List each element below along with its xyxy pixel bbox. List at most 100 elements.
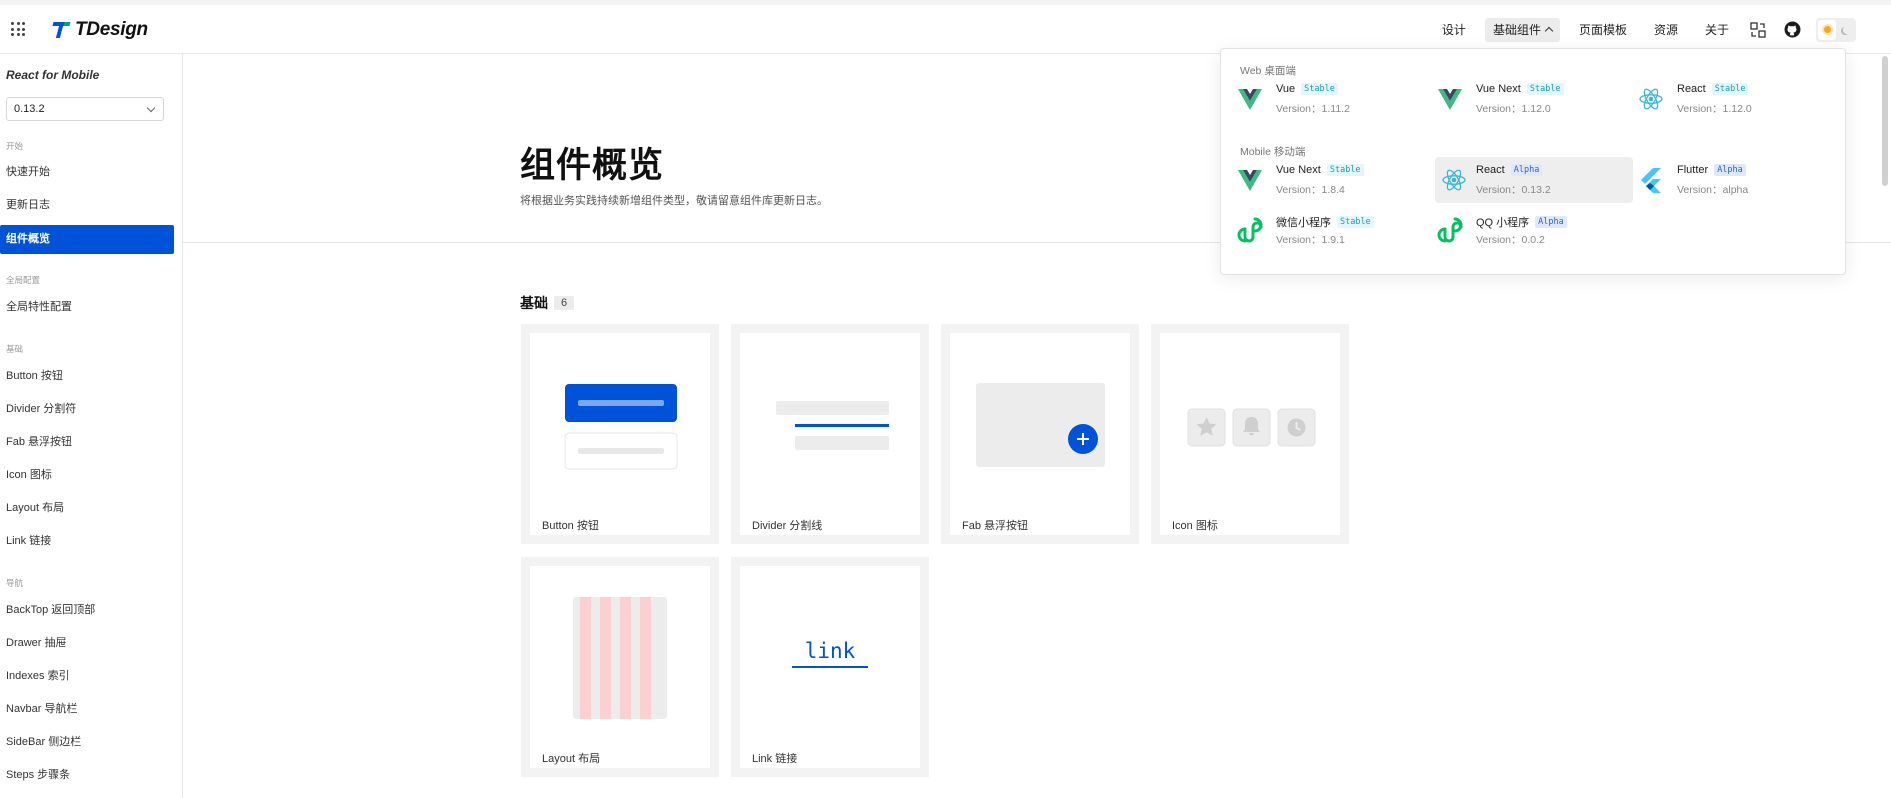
page-title: 组件概览 [520, 146, 665, 185]
vue-icon [1238, 170, 1262, 191]
dd-name: Flutter [1677, 164, 1709, 176]
card-label: Layout 布局 [542, 753, 601, 765]
apps-grid-icon[interactable] [11, 22, 25, 36]
card-body: Icon 图标 [1160, 333, 1340, 535]
component-card-link[interactable]: link Link 链接 [731, 557, 929, 777]
dd-version: Version：1.11.2 [1276, 103, 1350, 115]
layout-illustration [573, 597, 667, 719]
dd-item-mobile-qq-miniprogram[interactable]: QQ 小程序 Alpha Version：0.0.2 [1421, 207, 1619, 253]
status-badge: Stable [1337, 216, 1374, 228]
sidebar-item-changelog[interactable]: 更新日志 [0, 191, 174, 220]
miniprogram-icon [1437, 217, 1463, 243]
sidebar-item-drawer[interactable]: Drawer 抽屉 [0, 629, 174, 658]
github-icon[interactable] [1782, 20, 1802, 40]
component-card-button[interactable]: Button 按钮 [521, 324, 719, 544]
card-body: link Link 链接 [740, 566, 920, 768]
nav-templates[interactable]: 页面模板 [1571, 18, 1635, 42]
status-badge: Alpha [1535, 216, 1567, 228]
card-label: Fab 悬浮按钮 [962, 520, 1029, 532]
logo[interactable]: TDesign [52, 19, 148, 41]
link-demo-text: link [804, 639, 856, 663]
dd-name: React [1476, 164, 1505, 176]
dd-name-row: QQ 小程序 Alpha [1476, 214, 1567, 230]
card-label: Link 链接 [752, 753, 798, 765]
moon-icon[interactable] [1836, 20, 1854, 40]
framework-dropdown: Web 桌面端 Vue Stable Version：1.11.2 Vue Nex… [1220, 48, 1846, 275]
icon-illustration [1187, 408, 1316, 447]
flutter-icon [1641, 168, 1661, 193]
sun-icon[interactable] [1818, 19, 1836, 40]
sidebar-group-global-config: 全局配置 [6, 275, 41, 285]
header: TDesign 设计 基础组件 页面模板 资源 关于 [0, 5, 1891, 54]
nav-label: 页面模板 [1578, 22, 1627, 37]
status-badge: Alpha [1510, 164, 1543, 176]
section-title: 基础 [520, 295, 548, 311]
sidebar-item-indexes[interactable]: Indexes 索引 [0, 662, 174, 691]
sidebar-item-divider[interactable]: Divider 分割符 [0, 395, 174, 424]
vue-icon [1238, 89, 1262, 110]
sidebar-item-button[interactable]: Button 按钮 [0, 362, 174, 391]
section-count-badge: 6 [554, 296, 575, 310]
fab-illustration [976, 383, 1105, 467]
dd-version: Version：alpha [1677, 184, 1749, 196]
dd-name: Vue Next [1276, 164, 1321, 176]
sidebar-item-fab[interactable]: Fab 悬浮按钮 [0, 428, 174, 457]
card-label: Divider 分割线 [752, 520, 823, 532]
dd-name-row: 微信小程序 Stable [1276, 214, 1374, 230]
dd-item-mobile-react[interactable]: React Alpha Version：0.13.2 [1435, 157, 1633, 203]
sidebar-item-link[interactable]: Link 链接 [0, 527, 174, 556]
dd-name: Vue Next [1476, 83, 1521, 95]
sidebar-item-icon[interactable]: Icon 图标 [0, 461, 174, 490]
sidebar-item-overview[interactable]: 组件概览 [0, 225, 174, 254]
sidebar-item-steps[interactable]: Steps 步骤条 [0, 761, 174, 790]
dd-name-row: React Stable [1677, 83, 1749, 95]
nav-design[interactable]: 设计 [1434, 18, 1474, 42]
sidebar-item-backtop[interactable]: BackTop 返回顶部 [0, 596, 174, 625]
divider-illustration [776, 401, 889, 450]
status-badge: Stable [1326, 164, 1364, 176]
component-card-divider[interactable]: Divider 分割线 [731, 324, 929, 544]
dd-item-mobile-wechat-miniprogram[interactable]: 微信小程序 Stable Version：1.9.1 [1221, 207, 1419, 253]
sidebar-item-quickstart[interactable]: 快速开始 [0, 158, 174, 187]
link-underline [792, 666, 868, 668]
dd-item-web-vue[interactable]: Vue Stable Version：1.11.2 [1221, 76, 1419, 122]
sidebar-group-basic: 基础 [6, 344, 24, 354]
component-card-layout[interactable]: Layout 布局 [521, 557, 719, 777]
sidebar-item-layout[interactable]: Layout 布局 [0, 494, 174, 523]
nav-about[interactable]: 关于 [1697, 18, 1737, 42]
component-card-icon[interactable]: Icon 图标 [1151, 324, 1349, 544]
nav-label: 基础组件 [1492, 22, 1541, 37]
sidebar-item-navbar[interactable]: Navbar 导航栏 [0, 695, 174, 724]
theme-toggle[interactable] [1816, 17, 1856, 42]
page: TDesign 设计 基础组件 页面模板 资源 关于 React for Mob… [0, 0, 1891, 798]
sidebar-item-sidebar[interactable]: SideBar 侧边栏 [0, 728, 174, 757]
card-label: Button 按钮 [542, 520, 599, 532]
dd-version: Version：1.12.0 [1476, 103, 1551, 115]
tdesign-logo-icon [52, 21, 71, 39]
dd-item-mobile-flutter[interactable]: Flutter Alpha Version：alpha [1622, 157, 1820, 203]
dd-version: Version：1.12.0 [1677, 103, 1752, 115]
chevron-down-icon [146, 103, 156, 113]
nav-components[interactable]: 基础组件 [1484, 17, 1560, 42]
dd-version: Version：0.13.2 [1476, 184, 1551, 196]
sidebar-item-global-config[interactable]: 全局特性配置 [0, 293, 174, 322]
sidebar: React for Mobile 0.13.2 开始 快速开始 更新日志 组件概… [0, 54, 183, 798]
chevron-up-icon [1544, 26, 1554, 36]
card-body: Divider 分割线 [740, 333, 920, 535]
nav-resources[interactable]: 资源 [1646, 18, 1686, 42]
version-select[interactable]: 0.13.2 [6, 97, 164, 121]
translate-icon[interactable] [1748, 20, 1768, 40]
page-scrollbar[interactable] [1882, 56, 1888, 186]
dd-name: React [1677, 83, 1706, 95]
component-card-fab[interactable]: Fab 悬浮按钮 [941, 324, 1139, 544]
dd-item-mobile-vue-next[interactable]: Vue Next Stable Version：1.8.4 [1221, 157, 1419, 203]
card-body: Fab 悬浮按钮 [950, 333, 1130, 535]
dd-name: QQ 小程序 [1476, 217, 1530, 229]
react-icon [1442, 169, 1466, 191]
dd-item-web-vue-next[interactable]: Vue Next Stable Version：1.12.0 [1421, 76, 1619, 122]
sidebar-group-start: 开始 [6, 141, 24, 151]
nav-label: 关于 [1704, 22, 1729, 37]
status-badge: Alpha [1714, 164, 1746, 176]
dd-version: Version：0.0.2 [1476, 234, 1545, 246]
dd-item-web-react[interactable]: React Stable Version：1.12.0 [1622, 76, 1820, 122]
